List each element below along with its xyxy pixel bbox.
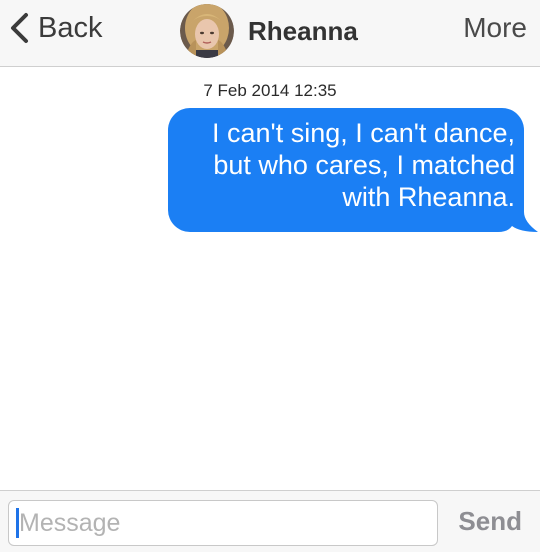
chevron-left-icon [11,13,28,43]
back-button[interactable]: Back [6,6,102,50]
more-button[interactable]: More [463,12,527,44]
send-button[interactable]: Send [458,506,522,537]
avatar[interactable] [180,4,234,58]
contact-header[interactable]: Rheanna [180,3,358,59]
message-timestamp: 7 Feb 2014 12:35 [203,81,337,100]
chat-screen: Back Rheanna More 7 Feb 2014 12:35 I can… [0,0,540,552]
back-label: Back [38,11,103,44]
message-text: I can't sing, I can't dance, but who car… [212,118,515,212]
nav-bar: Back Rheanna More [0,0,540,67]
contact-name: Rheanna [248,15,358,46]
text-caret [16,508,19,538]
composer-bar: Send [0,490,540,552]
message-input[interactable] [8,500,438,546]
message-bubble-outgoing[interactable]: I can't sing, I can't dance, but who car… [168,108,538,234]
